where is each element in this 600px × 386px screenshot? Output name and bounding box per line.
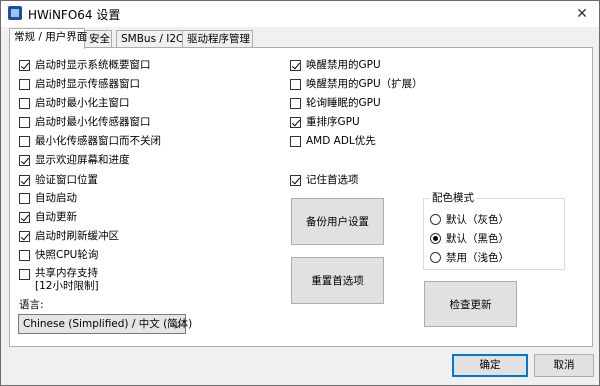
color-mode-disabled-light[interactable]: 禁用（浅色） xyxy=(430,249,509,265)
option-label: 自动更新 xyxy=(35,211,77,223)
option-show-summary-on-start[interactable]: 启动时显示系统概要窗口 xyxy=(19,58,151,74)
option-wake-disabled-gpu-extended[interactable]: 唤醒禁用的GPU（扩展） xyxy=(290,77,423,93)
checkbox[interactable] xyxy=(19,269,30,280)
checkbox[interactable] xyxy=(19,136,30,147)
ok-button[interactable]: 确定 xyxy=(452,354,528,377)
title-bar: HWiNFO64 设置 ✕ xyxy=(1,1,599,27)
checkbox[interactable] xyxy=(19,79,30,90)
checkbox[interactable] xyxy=(19,117,30,128)
checkbox-checked[interactable] xyxy=(19,155,30,166)
option-label-multiline: 共享内存支持 [12小时限制] xyxy=(30,267,99,293)
window-title: HWiNFO64 设置 xyxy=(28,8,121,22)
option-label: 启动时最小化传感器窗口 xyxy=(35,116,151,128)
language-value: Chinese (Simplified) / 中文 (简体) xyxy=(23,318,193,330)
cancel-button[interactable]: 取消 xyxy=(534,354,594,377)
option-reorder-gpu[interactable]: 重排序GPU xyxy=(290,115,360,131)
option-label: 轮询睡眠的GPU xyxy=(306,97,381,109)
option-show-welcome-screen[interactable]: 显示欢迎屏幕和进度 xyxy=(19,153,130,169)
option-label: 启动时显示系统概要窗口 xyxy=(35,59,151,71)
checkbox-checked[interactable] xyxy=(290,60,301,71)
color-mode-title: 配色模式 xyxy=(430,190,476,205)
checkbox[interactable] xyxy=(290,98,301,109)
hwinfo-app-icon xyxy=(8,6,22,20)
option-label: AMD ADL优先 xyxy=(306,135,376,147)
checkbox[interactable] xyxy=(290,136,301,147)
option-shared-memory-support[interactable]: 共享内存支持 [12小时限制] xyxy=(19,267,99,295)
backup-user-settings-button[interactable]: 备份用户设置 xyxy=(291,198,384,245)
language-select[interactable]: Chinese (Simplified) / 中文 (简体) xyxy=(18,314,192,334)
option-label: 验证窗口位置 xyxy=(35,174,98,186)
option-wake-disabled-gpu[interactable]: 唤醒禁用的GPU xyxy=(290,58,381,74)
tab-security[interactable]: 安全 xyxy=(84,30,112,48)
radio-button[interactable] xyxy=(430,251,441,263)
reset-preferences-button[interactable]: 重置首选项 xyxy=(291,257,384,304)
radio-label: 禁用（浅色） xyxy=(446,251,509,264)
checkbox-checked[interactable] xyxy=(19,231,30,242)
radio-button-selected[interactable] xyxy=(430,232,441,244)
radio-label: 默认（灰色） xyxy=(446,213,509,226)
checkbox-checked[interactable] xyxy=(19,60,30,71)
checkbox[interactable] xyxy=(19,250,30,261)
language-label: 语言: xyxy=(19,299,44,311)
checkbox[interactable] xyxy=(19,193,30,204)
tab-smbus-i2c[interactable]: SMBus / I2C xyxy=(116,30,185,48)
option-label: 启动时最小化主窗口 xyxy=(35,97,130,109)
option-label: 唤醒禁用的GPU xyxy=(306,59,381,71)
option-auto-update[interactable]: 自动更新 xyxy=(19,210,77,226)
option-snapshot-cpu-polling[interactable]: 快照CPU轮询 xyxy=(19,248,98,264)
settings-window: HWiNFO64 设置 ✕ 常规 / 用户界面 安全 SMBus / I2C 驱… xyxy=(0,0,600,386)
checkbox[interactable] xyxy=(19,98,30,109)
checkbox[interactable] xyxy=(290,79,301,90)
option-label: 记住首选项 xyxy=(306,174,359,186)
option-auto-start[interactable]: 自动启动 xyxy=(19,191,77,207)
checkbox-checked[interactable] xyxy=(290,175,301,186)
option-verify-window-position[interactable]: 验证窗口位置 xyxy=(19,173,98,189)
option-label: 快照CPU轮询 xyxy=(35,249,99,261)
check-updates-button[interactable]: 检查更新 xyxy=(424,281,517,327)
option-remember-preferences[interactable]: 记住首选项 xyxy=(290,173,359,189)
option-label: 重排序GPU xyxy=(306,116,360,128)
close-icon[interactable]: ✕ xyxy=(565,1,599,27)
option-label: 最小化传感器窗口而不关闭 xyxy=(35,135,161,147)
option-label: 启动时刷新缓冲区 xyxy=(35,230,119,242)
option-flush-buffers-on-start[interactable]: 启动时刷新缓冲区 xyxy=(19,229,119,245)
checkbox-checked[interactable] xyxy=(19,212,30,223)
tab-driver-management[interactable]: 驱动程序管理 xyxy=(182,30,253,48)
option-label: 唤醒禁用的GPU（扩展） xyxy=(306,78,423,90)
option-label: 共享内存支持 xyxy=(35,267,98,279)
option-minimize-sensors-instead-of-close[interactable]: 最小化传感器窗口而不关闭 xyxy=(19,134,161,150)
option-minimize-sensors-on-start[interactable]: 启动时最小化传感器窗口 xyxy=(19,115,151,131)
option-poll-sleeping-gpu[interactable]: 轮询睡眠的GPU xyxy=(290,96,381,112)
option-show-sensors-on-start[interactable]: 启动时显示传感器窗口 xyxy=(19,77,140,93)
option-label: 显示欢迎屏幕和进度 xyxy=(35,154,130,166)
option-minimize-main-on-start[interactable]: 启动时最小化主窗口 xyxy=(19,96,130,112)
color-mode-default-black[interactable]: 默认（黑色） xyxy=(430,230,509,246)
tab-general-ui[interactable]: 常规 / 用户界面 xyxy=(9,28,87,49)
option-label: 自动启动 xyxy=(35,192,77,204)
radio-label: 默认（黑色） xyxy=(446,232,509,245)
radio-button[interactable] xyxy=(430,213,441,225)
option-amd-adl-priority[interactable]: AMD ADL优先 xyxy=(290,134,376,150)
option-label-note: [12小时限制] xyxy=(35,280,99,292)
option-label: 启动时显示传感器窗口 xyxy=(35,78,140,90)
color-mode-default-gray[interactable]: 默认（灰色） xyxy=(430,211,509,227)
checkbox-checked[interactable] xyxy=(19,175,30,186)
checkbox-checked[interactable] xyxy=(290,117,301,128)
